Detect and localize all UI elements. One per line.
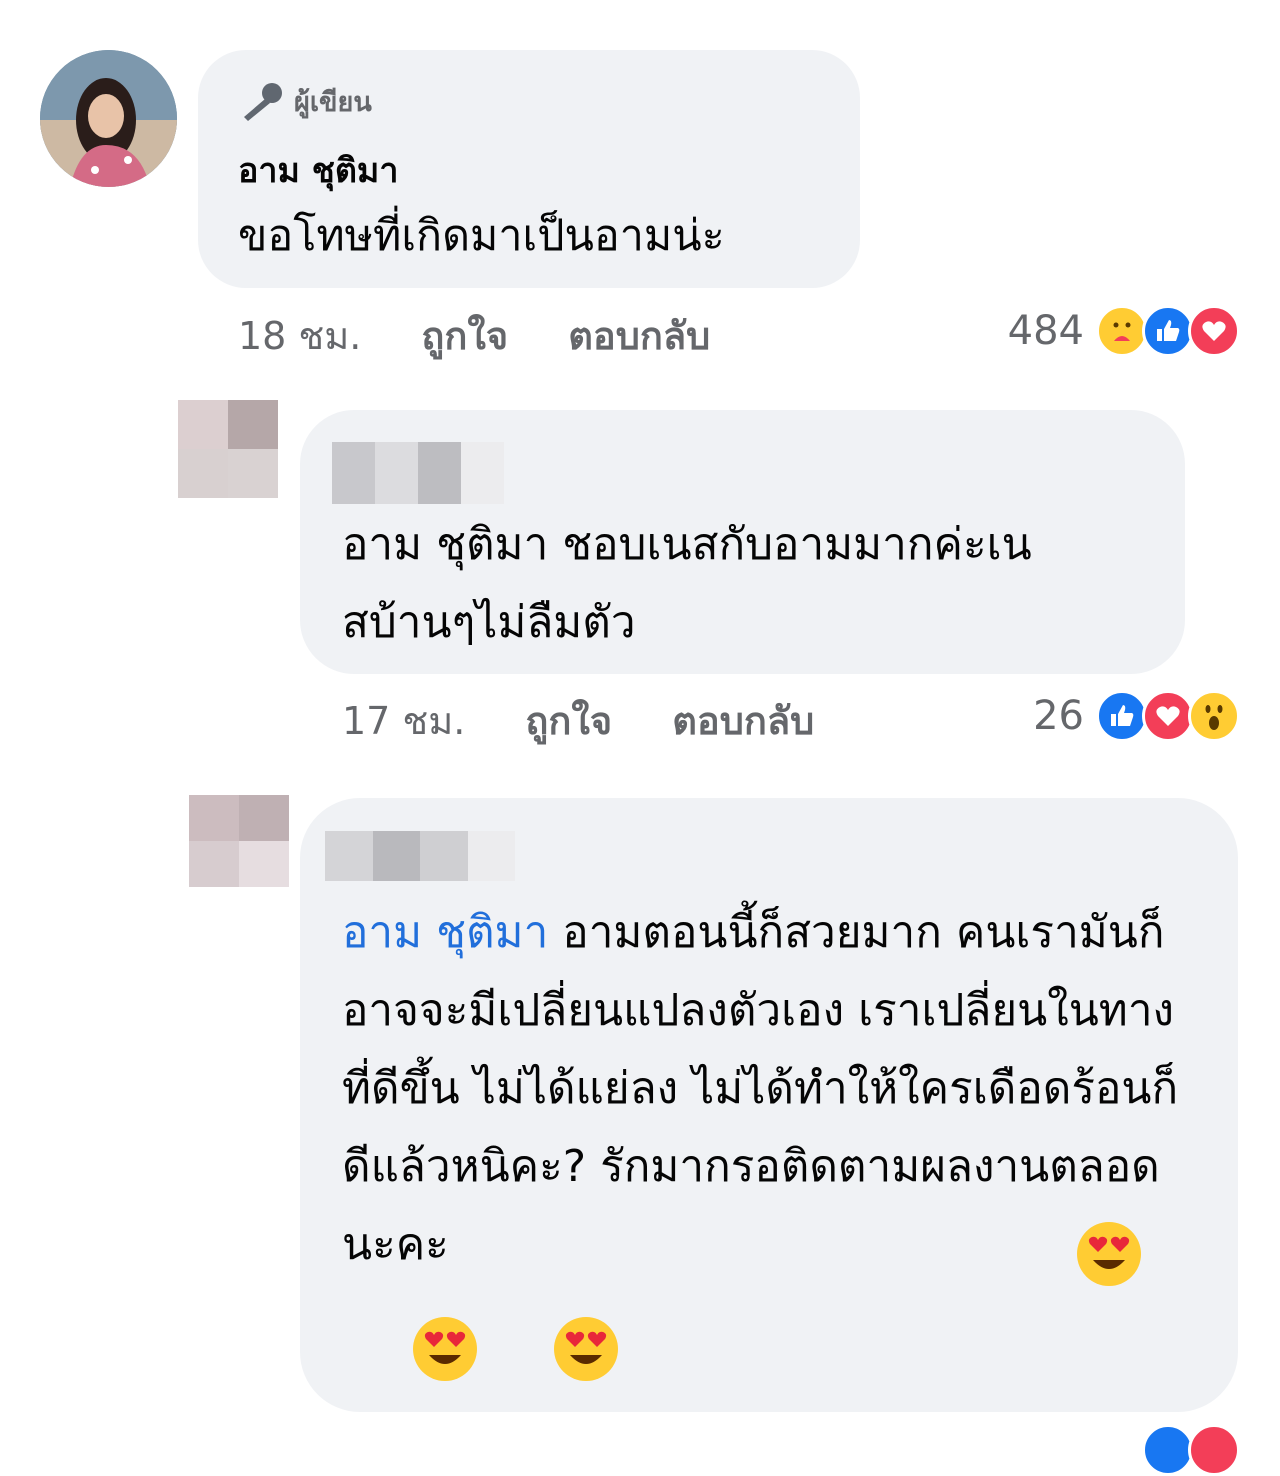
heart-eyes-emoji <box>1077 1222 1141 1286</box>
love-icon <box>1188 1424 1240 1476</box>
reply-text: อาม ชุติมา อามตอนนี้ก็สวยมาก คนเรามันก็อ… <box>342 894 1202 1284</box>
author-badge: ผู้เขียน <box>240 80 372 123</box>
mention-link[interactable]: อาม ชุติมา <box>342 907 548 958</box>
author-badge-label: ผู้เขียน <box>294 87 372 118</box>
author-avatar[interactable] <box>40 50 177 187</box>
reply-text: อาม ชุติมา ชอบเนสกับอามมากค่ะเนสบ้านๆไม่… <box>342 519 1032 648</box>
blurred-avatar[interactable] <box>189 795 289 887</box>
microphone-icon <box>244 82 282 121</box>
care-icon <box>1096 305 1148 357</box>
like-icon <box>1142 305 1194 357</box>
like-button[interactable]: ถูกใจ <box>421 305 508 366</box>
reply-timestamp[interactable]: 17 ชม. <box>342 690 465 751</box>
love-icon <box>1188 305 1240 357</box>
comment-timestamp[interactable]: 18 ชม. <box>238 305 361 366</box>
reply-actions: 17 ชม. ถูกใจ ตอบกลับ <box>342 695 814 745</box>
cropped-reaction-row <box>1142 1424 1240 1476</box>
reply-button[interactable]: ตอบกลับ <box>672 690 814 751</box>
reply-button[interactable]: ตอบกลับ <box>568 305 710 366</box>
reaction-summary[interactable]: 26 <box>1033 690 1240 742</box>
reply-bubble: อาม ชุติมา อามตอนนี้ก็สวยมาก คนเรามันก็อ… <box>300 798 1238 1412</box>
blurred-author-name[interactable] <box>325 831 515 881</box>
heart-eyes-emoji <box>554 1317 619 1381</box>
reaction-summary[interactable]: 484 <box>1008 305 1240 357</box>
love-icon <box>1142 690 1194 742</box>
reaction-count: 484 <box>1007 308 1084 354</box>
like-icon <box>1096 690 1148 742</box>
reply-bubble: อาม ชุติมา ชอบเนสกับอามมากค่ะเนสบ้านๆไม่… <box>300 410 1185 674</box>
reaction-count: 26 <box>1033 693 1084 739</box>
wow-icon <box>1188 690 1240 742</box>
reply-body: อามตอนนี้ก็สวยมาก คนเรามันก็อาจจะมีเปลี่… <box>342 907 1179 1270</box>
like-button[interactable]: ถูกใจ <box>525 690 612 751</box>
comment-text: ขอโทษที่เกิดมาเป็นอามน่ะ <box>238 211 725 261</box>
heart-eyes-emoji <box>413 1317 478 1381</box>
comment-author-name[interactable]: อาม ชุติมา <box>238 143 398 197</box>
comment-actions: 18 ชม. ถูกใจ ตอบกลับ <box>238 310 710 360</box>
like-icon <box>1142 1424 1194 1476</box>
blurred-author-name[interactable] <box>332 442 504 504</box>
comment-bubble: ผู้เขียน อาม ชุติมา ขอโทษที่เกิดมาเป็นอา… <box>198 50 860 288</box>
blurred-avatar[interactable] <box>178 400 278 498</box>
